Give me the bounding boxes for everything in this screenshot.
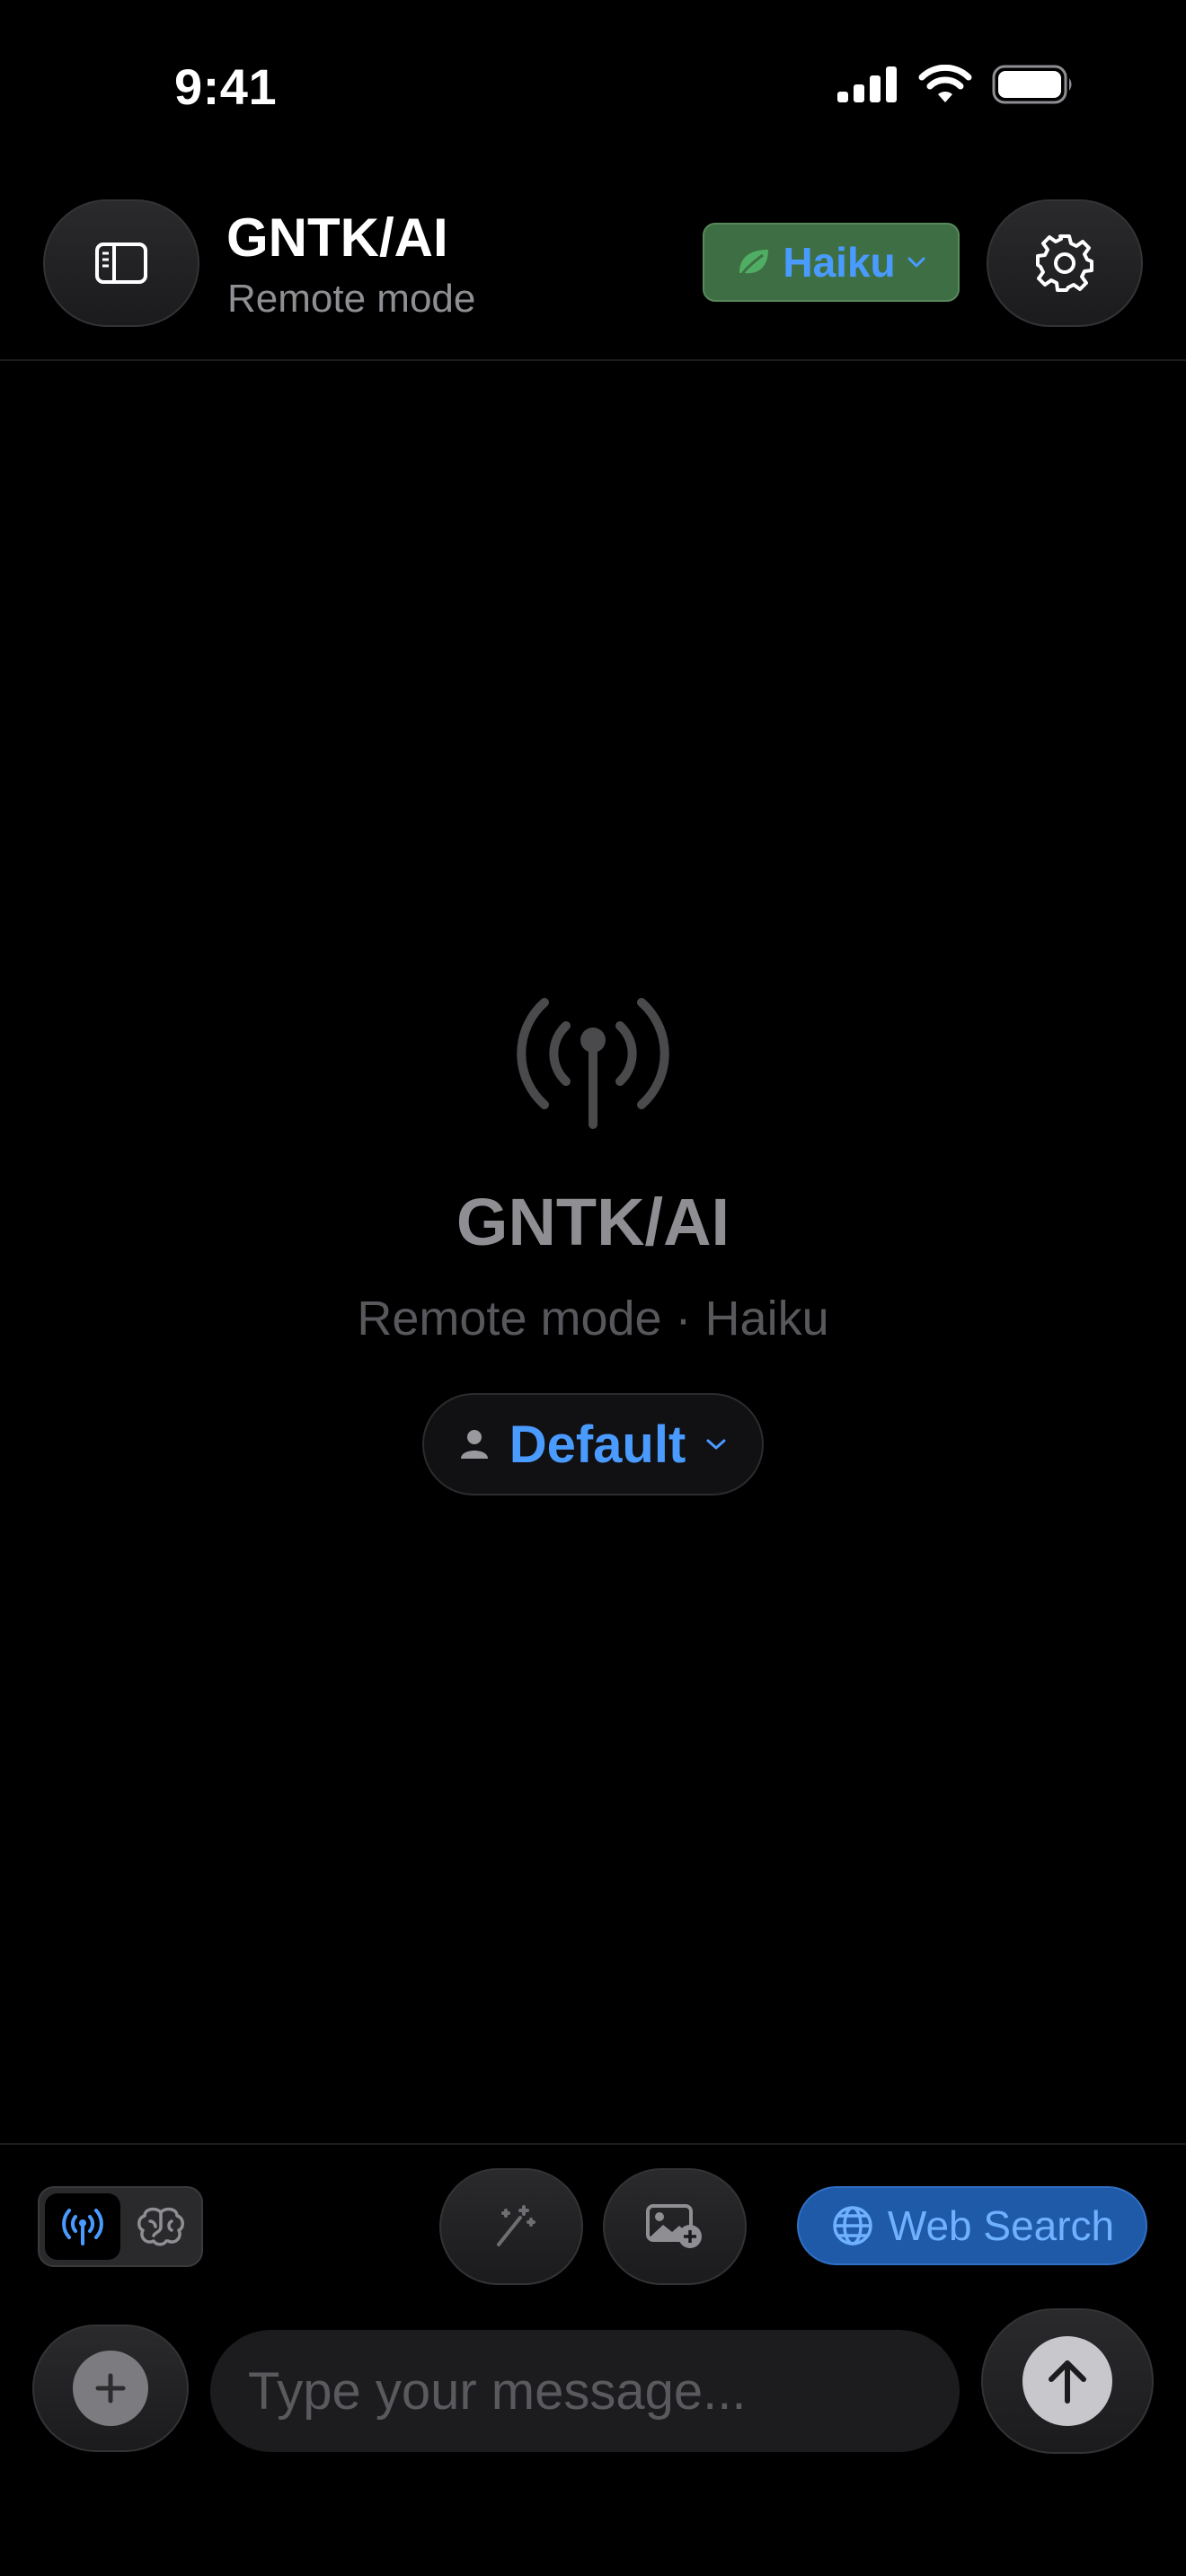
empty-state-subtitle: Remote mode · Haiku (357, 1292, 829, 1345)
enhance-prompt-button[interactable] (439, 2168, 583, 2285)
web-search-toggle[interactable]: Web Search (797, 2186, 1147, 2265)
app-header: GNTK/AI Remote mode Haiku (0, 189, 1186, 361)
remote-mode-toggle[interactable] (45, 2193, 120, 2260)
mode-toggle (38, 2186, 203, 2267)
message-input[interactable] (210, 2330, 960, 2452)
sidebar-icon (95, 243, 147, 284)
empty-state-title: GNTK/AI (456, 1185, 730, 1259)
attach-button[interactable] (32, 2325, 189, 2452)
attach-button-inner (73, 2351, 148, 2426)
persona-selector-button[interactable]: Default (422, 1393, 764, 1495)
composer-area: Web Search (0, 2143, 1186, 2576)
empty-state: GNTK/AI Remote mode · Haiku Default (0, 988, 1186, 1495)
battery-icon (992, 65, 1072, 104)
add-photo-icon (646, 2204, 702, 2248)
model-selector-button[interactable]: Haiku (703, 223, 960, 302)
local-mode-toggle[interactable] (124, 2193, 199, 2260)
model-label: Haiku (783, 239, 896, 286)
send-button-inner (1022, 2336, 1112, 2426)
cellular-signal-icon (837, 66, 897, 102)
gear-icon (1036, 234, 1093, 292)
settings-button[interactable] (987, 199, 1143, 327)
web-search-label: Web Search (887, 2202, 1115, 2249)
remote-icon (62, 2209, 103, 2245)
status-bar: 9:41 (0, 0, 1186, 171)
antenna-icon (517, 998, 669, 1129)
brain-icon (137, 2207, 184, 2246)
globe-icon (833, 2206, 872, 2245)
app-title: GNTK/AI (226, 207, 448, 268)
app-mode-subtitle: Remote mode (227, 277, 476, 321)
arrow-up-icon (1049, 2360, 1086, 2404)
add-image-button[interactable] (603, 2168, 747, 2285)
chevron-down-icon (907, 257, 925, 268)
plus-icon (95, 2373, 126, 2404)
send-button[interactable] (981, 2308, 1154, 2454)
status-icons (837, 65, 1075, 104)
app-screen: 9:41 GNTK/AI Remote mode Haiku GNTK/AI R… (0, 0, 1186, 2576)
persona-label: Default (509, 1415, 686, 1474)
wifi-icon (918, 65, 972, 102)
sidebar-toggle-button[interactable] (43, 199, 199, 327)
person-icon (460, 1430, 488, 1459)
magic-wand-icon (497, 2205, 535, 2246)
chevron-down-icon (706, 1439, 726, 1450)
status-time: 9:41 (174, 58, 278, 115)
leaf-icon (739, 250, 769, 276)
